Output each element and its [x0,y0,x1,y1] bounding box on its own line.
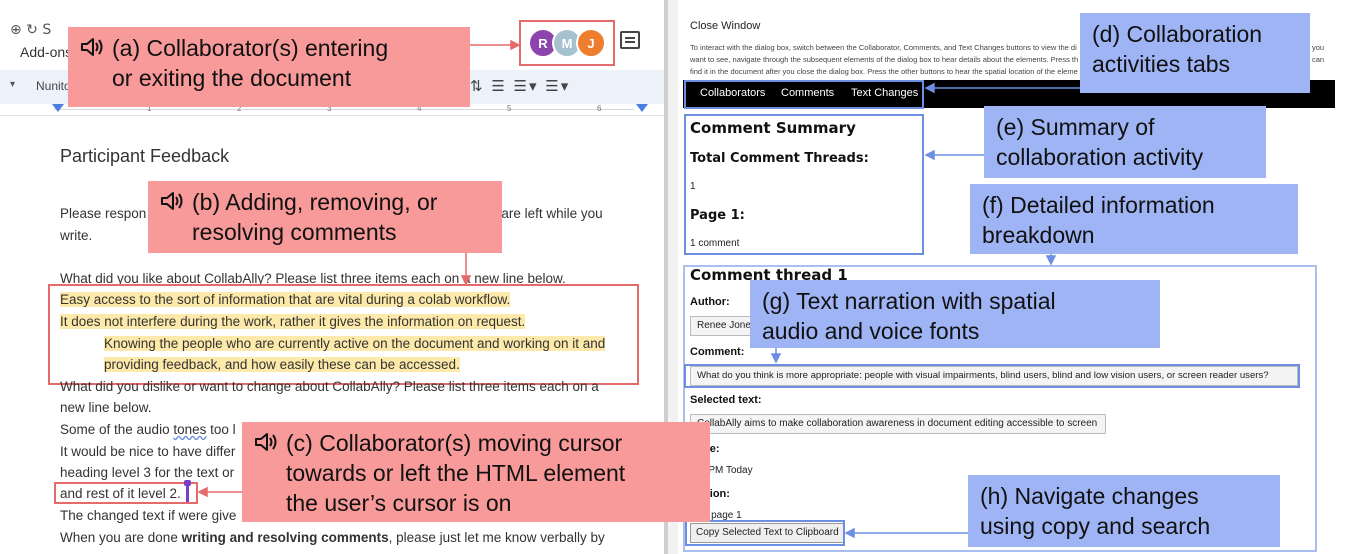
doc-text: too l [206,422,236,437]
tabs-highlight-box [684,80,924,109]
ruler-track [54,109,634,110]
callout-text: resolving comments [192,219,397,245]
format-tools[interactable]: ⇅ ☰ ☰▾ ☰▾ [470,77,570,95]
comment-icon[interactable] [620,31,640,49]
copy-highlight-box [685,520,845,546]
close-window-link[interactable]: Close Window [690,20,760,32]
callout-text: (b) Adding, removing, or [192,189,438,215]
doc-text: Some of the audio [60,422,174,437]
callout-h: (h) Navigate changes using copy and sear… [968,475,1280,547]
callout-b-line1: (b) Adding, removing, or [160,187,490,217]
docs-top-icons[interactable]: ⊕ ↻ S [10,22,51,38]
doc-text-bold: writing and resolving comments [181,530,389,545]
instruction-tail: you [1312,43,1325,52]
callout-text: (g) Text narration with spatial [762,288,1056,314]
callout-text: breakdown [982,222,1095,248]
right-indent-marker-icon[interactable] [636,104,648,112]
cursor-highlight-box [54,482,198,504]
ruler-mark: 5 [507,104,512,113]
collaborator-avatars: R M J [528,28,612,58]
instruction-tail: can [1312,55,1325,64]
indent-marker-icon[interactable] [52,104,64,112]
page-comment-count: 1 comment [690,238,740,249]
selected-text-label: Selected text: [690,394,762,406]
total-threads-value: 1 [690,181,696,192]
instruction-overflow: you can [1312,42,1324,66]
doc-text: at are left while you [486,206,603,221]
cursor-icon [184,480,191,502]
callout-g: (g) Text narration with spatial audio an… [750,280,1160,348]
doc-line[interactable]: When you are done writing and resolving … [60,527,635,549]
callout-text: (e) Summary of [996,114,1155,140]
callout-a: (a) Collaborator(s) entering or exiting … [68,27,470,107]
callout-text: audio and voice fonts [762,318,980,344]
callout-a-line1: (a) Collaborator(s) entering [80,33,458,63]
callout-b: (b) Adding, removing, or resolving comme… [148,181,502,253]
callout-text: using copy and search [980,513,1211,539]
font-selector[interactable]: Nunito [36,79,71,93]
doc-text: , please just let me know verbally by [388,530,605,545]
callout-text: (a) Collaborator(s) entering [112,35,389,61]
summary-heading: Comment Summary [690,119,856,137]
comment-highlight-box [48,284,639,385]
figure: ⊕ ↻ S Add-ons R M J ▾ Nunito ⇅ ☰ ☰▾ ☰▾ 1… [0,0,1353,554]
speaker-icon [160,189,186,211]
speaker-icon [80,35,106,57]
avatar[interactable]: J [576,28,606,58]
speaker-icon [254,430,280,452]
document-title: Participant Feedback [60,146,230,166]
comment-label: Comment: [690,346,745,358]
callout-e: (e) Summary of collaboration activity [984,106,1266,178]
callout-text: towards or left the HTML element [286,460,626,486]
page-heading: Page 1: [690,208,745,223]
doc-text: When you are done [60,530,182,545]
callout-text: or exiting the document [112,65,352,91]
comment-highlight-box [684,364,1300,388]
total-threads-heading: Total Comment Threads: [690,151,869,166]
doc-text: Please respon [60,206,147,221]
selected-text-field[interactable]: CollabAlly aims to make collaboration aw… [690,414,1106,434]
doc-line[interactable]: new line below. [60,397,635,419]
callout-text: collaboration activity [996,144,1204,170]
callout-text: (d) Collaboration [1092,21,1263,47]
ruler-mark: 6 [597,104,602,113]
callout-d: (d) Collaboration activities tabs [1080,13,1310,93]
misspelled-word: tones [173,422,207,437]
author-label: Author: [690,296,730,308]
callout-c-line1: (c) Collaborator(s) moving cursor [254,428,698,458]
callout-text: the user’s cursor is on [286,490,512,516]
callout-c: (c) Collaborator(s) moving cursor toward… [242,422,710,522]
doc-line[interactable]: What did you dislike or want to change a… [60,376,635,398]
addons-menu[interactable]: Add-ons [20,44,72,60]
callout-text: activities tabs [1092,51,1231,77]
callout-text: (c) Collaborator(s) moving cursor [286,430,623,456]
callout-f: (f) Detailed information breakdown [970,184,1298,254]
callout-text: (f) Detailed information [982,192,1215,218]
callout-text: (h) Navigate changes [980,483,1199,509]
chevron-down-icon[interactable]: ▾ [10,79,15,90]
